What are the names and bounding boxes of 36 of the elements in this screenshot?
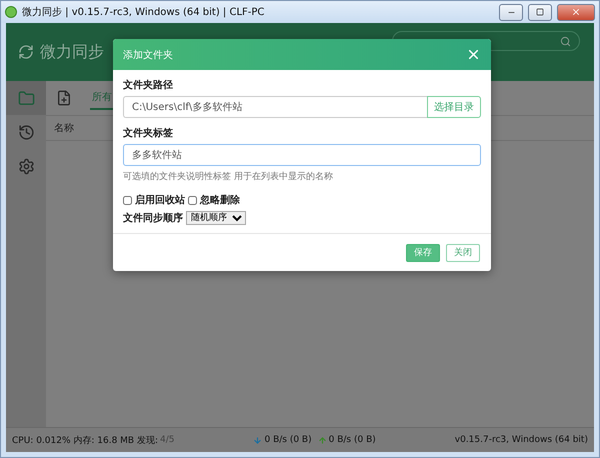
window-title: 微力同步 | v0.15.7-rc3, Windows (64 bit) | CLF-PC bbox=[22, 6, 266, 19]
folder-icon bbox=[18, 90, 34, 106]
checkbox-label: 启用回收站 bbox=[135, 193, 185, 208]
checkbox[interactable] bbox=[188, 196, 197, 205]
tag-field[interactable]: 多多软件站 bbox=[123, 144, 481, 166]
app-icon bbox=[5, 6, 17, 18]
save-button[interactable]: 保存 bbox=[406, 244, 440, 262]
upload-icon bbox=[318, 436, 327, 444]
settings-icon bbox=[18, 158, 34, 174]
upload-rate: 0 B/s (0 B) bbox=[328, 435, 376, 445]
sync-icon bbox=[18, 44, 34, 60]
system-stats: CPU: 0.012% 内存: 16.8 MB 发现: bbox=[12, 434, 158, 446]
order-select[interactable]: 随机顺序 bbox=[186, 211, 246, 226]
checkbox[interactable] bbox=[123, 196, 132, 205]
brand-name: 微力同步 bbox=[40, 42, 104, 62]
field-label: 文件夹路径 bbox=[123, 78, 174, 92]
maximize-icon bbox=[536, 8, 544, 16]
close-button[interactable] bbox=[557, 4, 595, 20]
version-text: v0.15.7-rc3, Windows (64 bit) bbox=[454, 435, 588, 445]
close-icon bbox=[571, 7, 581, 17]
download-icon bbox=[253, 436, 262, 444]
field-label: 文件同步顺序 bbox=[123, 211, 183, 226]
search-icon bbox=[560, 36, 571, 46]
download-rate: 0 B/s (0 B) bbox=[264, 435, 312, 445]
browse-button[interactable]: 选择目录 bbox=[427, 96, 481, 118]
minimize-button[interactable] bbox=[499, 4, 523, 20]
add-file-icon[interactable] bbox=[56, 90, 72, 106]
dialog-title: 添加文件夹 bbox=[123, 48, 173, 62]
hint-text: 可选填的文件夹说明性标签 用于在列表中显示的名称 bbox=[123, 170, 334, 184]
field-label: 文件夹标签 bbox=[123, 126, 174, 140]
history-icon bbox=[18, 124, 34, 140]
path-field[interactable]: C:\Users\clf\多多软件站 bbox=[123, 96, 430, 118]
checkbox-label: 忽略删除 bbox=[200, 194, 240, 208]
close-button[interactable]: 关闭 bbox=[446, 244, 480, 262]
maximize-button[interactable] bbox=[528, 4, 552, 20]
column-header: 名称 bbox=[54, 122, 74, 135]
